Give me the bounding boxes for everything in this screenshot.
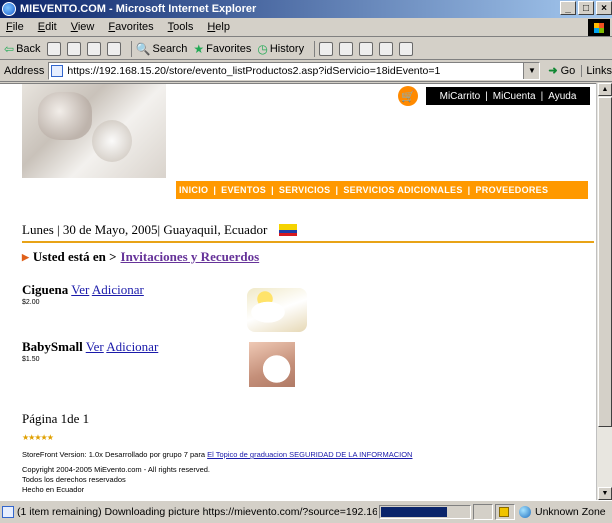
window-title: MIEVENTO.COM - Microsoft Internet Explor… bbox=[20, 3, 257, 15]
footer-made: Hecho en Ecuador bbox=[22, 485, 85, 494]
shopping-cart-icon[interactable]: 🛒 bbox=[398, 86, 418, 106]
vertical-scrollbar[interactable]: ▲ ▼ bbox=[596, 83, 612, 500]
window-controls: _ □ × bbox=[560, 1, 612, 15]
product-item: Ciguena Ver Adicionar $2.00 bbox=[22, 282, 144, 306]
ayuda-link[interactable]: Ayuda bbox=[548, 91, 576, 102]
footer-version: StoreFront Version: 1.0x Desarrollado po… bbox=[22, 450, 413, 459]
minimize-button[interactable]: _ bbox=[560, 1, 576, 15]
chevron-down-icon[interactable]: ▼ bbox=[523, 62, 540, 79]
go-button[interactable]: ➜ Go bbox=[548, 64, 575, 78]
product-image-ciguena[interactable] bbox=[247, 288, 307, 332]
product-image-babysmall[interactable] bbox=[249, 342, 295, 387]
status-cell bbox=[495, 504, 515, 520]
forward-arrow-icon[interactable] bbox=[46, 41, 61, 56]
history-icon: ◷ bbox=[257, 41, 268, 56]
address-label: Address bbox=[4, 64, 45, 77]
address-url: https://192.168.15.20/store/evento_listP… bbox=[67, 64, 441, 77]
progress-fill bbox=[381, 507, 447, 517]
status-text: (1 item remaining) Downloading picture h… bbox=[17, 506, 377, 518]
status-bar: (1 item remaining) Downloading picture h… bbox=[0, 500, 612, 523]
nav-proveedores[interactable]: PROVEEDORES bbox=[475, 185, 548, 195]
account-bar: MiCarrito | MiCuenta | Ayuda bbox=[426, 87, 590, 105]
product-price: $2.00 bbox=[22, 299, 40, 306]
search-icon: 🔍 bbox=[135, 41, 151, 56]
menu-edit[interactable]: Edit bbox=[38, 21, 57, 33]
title-bar: MIEVENTO.COM - Microsoft Internet Explor… bbox=[0, 0, 612, 18]
rating-stars: ★★★★★ bbox=[22, 433, 54, 442]
page-content: 🛒 MiCarrito | MiCuenta | Ayuda INICIO | … bbox=[0, 83, 596, 500]
menu-favorites[interactable]: Favorites bbox=[108, 21, 153, 33]
address-bar: Address https://192.168.15.20/store/even… bbox=[0, 60, 612, 82]
menu-bar: File Edit View Favorites Tools Help bbox=[0, 18, 612, 37]
maximize-button[interactable]: □ bbox=[578, 1, 594, 15]
product-view-link[interactable]: Ver bbox=[71, 282, 89, 297]
links-button[interactable]: Links bbox=[581, 64, 612, 77]
nav-servicios[interactable]: SERVICIOS bbox=[279, 185, 331, 195]
discuss-icon[interactable] bbox=[379, 41, 394, 56]
breadcrumb: ▶ Usted está en > Invitaciones y Recuerd… bbox=[22, 249, 259, 265]
nav-inicio[interactable]: INICIO bbox=[179, 185, 208, 195]
lock-icon bbox=[499, 507, 509, 517]
menu-help[interactable]: Help bbox=[207, 21, 230, 33]
toolbar: ⇦ Back 🔍 Search ★ Favorites ◷ History bbox=[0, 38, 612, 60]
divider bbox=[22, 241, 594, 243]
history-button[interactable]: ◷ History bbox=[257, 42, 304, 56]
favorites-icon: ★ bbox=[193, 41, 205, 56]
footer-copyright: Copyright 2004-2005 MiEvento.com - All r… bbox=[22, 465, 211, 474]
product-name: Ciguena bbox=[22, 282, 69, 297]
refresh-icon[interactable] bbox=[86, 41, 101, 56]
product-price: $1.50 bbox=[22, 356, 40, 363]
product-add-link[interactable]: Adicionar bbox=[106, 339, 158, 354]
banner-image bbox=[22, 84, 166, 178]
footer-link[interactable]: El Topico de graduacion SEGURIDAD DE LA … bbox=[207, 450, 412, 459]
print-icon[interactable] bbox=[339, 41, 354, 56]
favorites-button[interactable]: ★ Favorites bbox=[193, 42, 251, 56]
breadcrumb-label: Usted está en > bbox=[32, 249, 117, 264]
zone-text: Unknown Zone bbox=[535, 506, 606, 518]
go-arrow-icon: ➜ bbox=[548, 65, 558, 77]
stop-icon[interactable] bbox=[66, 41, 81, 56]
home-icon[interactable] bbox=[106, 41, 121, 56]
menu-file[interactable]: File bbox=[6, 21, 24, 33]
scroll-thumb[interactable] bbox=[598, 97, 612, 427]
product-view-link[interactable]: Ver bbox=[86, 339, 104, 354]
micarrito-link[interactable]: MiCarrito bbox=[440, 91, 481, 102]
globe-icon bbox=[519, 506, 531, 518]
edit-icon[interactable] bbox=[359, 41, 374, 56]
security-zone: Unknown Zone bbox=[519, 506, 606, 518]
status-cell bbox=[473, 504, 493, 520]
progress-bar bbox=[379, 505, 471, 519]
scroll-up-icon[interactable]: ▲ bbox=[598, 83, 612, 96]
micuenta-link[interactable]: MiCuenta bbox=[493, 91, 536, 102]
footer-rights: Todos los derechos reservados bbox=[22, 475, 126, 484]
product-name: BabySmall bbox=[22, 339, 83, 354]
ecuador-flag-icon bbox=[279, 224, 298, 236]
back-button[interactable]: ⇦ Back bbox=[4, 42, 41, 56]
pagination: Página 1de 1 bbox=[22, 411, 90, 426]
loading-page-icon bbox=[2, 506, 14, 518]
address-input[interactable]: https://192.168.15.20/store/evento_listP… bbox=[48, 61, 541, 80]
dateline: Lunes | 30 de Mayo, 2005| Guayaquil, Ecu… bbox=[22, 222, 298, 238]
back-arrow-icon: ⇦ bbox=[4, 41, 15, 56]
close-button[interactable]: × bbox=[596, 1, 612, 15]
ie-icon bbox=[2, 2, 16, 16]
search-button[interactable]: 🔍 Search bbox=[136, 42, 188, 56]
main-nav: INICIO | EVENTOS | SERVICIOS | SERVICIOS… bbox=[176, 181, 588, 199]
page-icon bbox=[51, 64, 64, 77]
windows-logo-icon bbox=[588, 19, 610, 36]
menu-tools[interactable]: Tools bbox=[168, 21, 194, 33]
nav-eventos[interactable]: EVENTOS bbox=[221, 185, 266, 195]
toolbar-divider bbox=[314, 40, 316, 57]
messenger-icon[interactable] bbox=[399, 41, 414, 56]
scroll-down-icon[interactable]: ▼ bbox=[598, 487, 612, 500]
triangle-bullet-icon: ▶ bbox=[22, 251, 29, 262]
nav-servicios-adicionales[interactable]: SERVICIOS ADICIONALES bbox=[343, 185, 462, 195]
breadcrumb-link[interactable]: Invitaciones y Recuerdos bbox=[121, 249, 260, 265]
product-add-link[interactable]: Adicionar bbox=[92, 282, 144, 297]
date-text: Lunes | 30 de Mayo, 2005| Guayaquil, Ecu… bbox=[22, 222, 268, 237]
mail-icon[interactable] bbox=[319, 41, 334, 56]
toolbar-divider bbox=[130, 40, 132, 57]
menu-view[interactable]: View bbox=[71, 21, 95, 33]
product-item: BabySmall Ver Adicionar $1.50 bbox=[22, 339, 158, 363]
